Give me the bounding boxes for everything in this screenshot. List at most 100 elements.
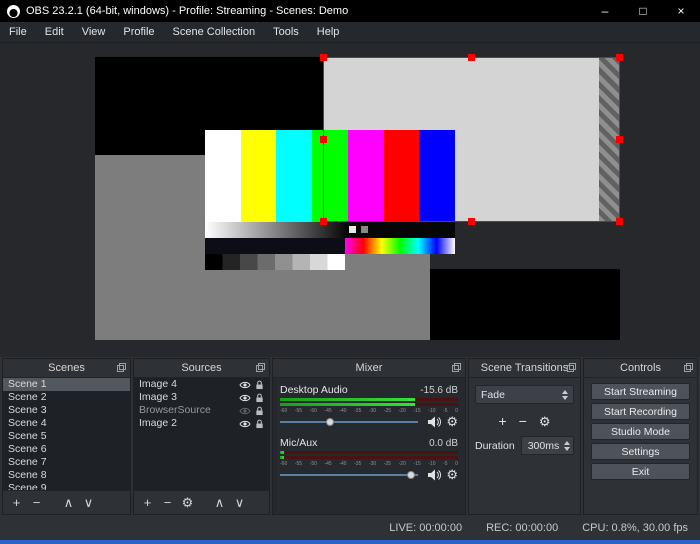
menu-edit[interactable]: Edit (36, 22, 73, 42)
settings-button[interactable]: Settings (591, 443, 690, 460)
mixer-gear-icon[interactable]: ⚙ (446, 468, 458, 481)
menu-tools[interactable]: Tools (264, 22, 308, 42)
add-scene-icon[interactable]: + (10, 495, 23, 510)
selection-bounding-box[interactable] (320, 54, 623, 225)
source-list-item[interactable]: Image 2 (134, 417, 269, 430)
scenes-dock: Scenes Scene 1 Scene 2 Scene 3 Scene 4 S… (2, 358, 131, 515)
minimize-button[interactable]: – (586, 0, 624, 22)
cpu-fps-status: CPU: 0.8%, 30.00 fps (582, 521, 688, 534)
source-properties-gear-icon[interactable]: ⚙ (181, 495, 194, 511)
selection-handle[interactable] (616, 54, 623, 61)
start-recording-button[interactable]: Start Recording (591, 403, 690, 420)
remove-scene-icon[interactable]: − (30, 495, 43, 510)
selection-handle[interactable] (320, 218, 327, 225)
scene-list-item[interactable]: Scene 4 (3, 417, 130, 430)
scene-list-item[interactable]: Scene 1 (3, 378, 130, 391)
scene-list-item[interactable]: Scene 3 (3, 404, 130, 417)
duration-spinbox[interactable]: 300ms (520, 436, 574, 455)
remove-transition-icon[interactable]: − (519, 413, 527, 429)
dock-popout-icon[interactable] (256, 363, 265, 375)
scene-list-item[interactable]: Scene 9 (3, 482, 130, 490)
speaker-icon[interactable] (427, 469, 442, 481)
remove-source-icon[interactable]: − (161, 495, 174, 510)
channel-level-db: 0.0 dB (429, 438, 458, 449)
dock-popout-icon[interactable] (452, 363, 461, 375)
lock-icon[interactable] (255, 393, 264, 403)
scene-list-item[interactable]: Scene 7 (3, 456, 130, 469)
rainbow-strip-row (205, 238, 455, 254)
selection-handle[interactable] (616, 135, 623, 143)
close-button[interactable]: × (662, 0, 700, 22)
selection-handle[interactable] (320, 54, 327, 61)
scale-tick-label: -45 (324, 461, 332, 467)
scale-tick-label: -45 (324, 408, 332, 414)
visibility-eye-icon[interactable] (239, 420, 251, 428)
studio-mode-button[interactable]: Studio Mode (591, 423, 690, 440)
source-list-item[interactable]: Image 4 (134, 378, 269, 391)
selection-handle[interactable] (467, 218, 475, 225)
volume-slider-handle[interactable] (407, 470, 416, 479)
scene-list-item[interactable]: Scene 2 (3, 391, 130, 404)
menu-file[interactable]: File (0, 22, 36, 42)
scale-tick-label: -35 (354, 408, 362, 414)
menu-scene-collection[interactable]: Scene Collection (164, 22, 265, 42)
volume-slider[interactable] (280, 416, 419, 428)
speaker-icon[interactable] (427, 416, 442, 428)
mixer-db-scale: -60 -55 -50 -45 -40 -35 -30 -25 -20 -15 -10 -5 0 (280, 461, 458, 467)
exit-button[interactable]: Exit (591, 463, 690, 480)
volume-meter (280, 398, 458, 401)
scene-list-item[interactable]: Scene 8 (3, 469, 130, 482)
volume-meter (280, 451, 458, 454)
transition-properties-gear-icon[interactable]: ⚙ (539, 415, 551, 428)
selection-handle[interactable] (616, 218, 623, 225)
dock-popout-icon[interactable] (684, 363, 693, 375)
scene-list-item[interactable]: Scene 6 (3, 443, 130, 456)
visibility-eye-icon[interactable] (239, 381, 251, 389)
scenes-list: Scene 1 Scene 2 Scene 3 Scene 4 Scene 5 … (3, 378, 130, 490)
scene-move-down-icon[interactable]: ∨ (82, 495, 95, 511)
scale-tick-label: -25 (383, 408, 392, 414)
mixer-gear-icon[interactable]: ⚙ (446, 415, 458, 428)
menu-help[interactable]: Help (308, 22, 349, 42)
source-move-down-icon[interactable]: ∨ (233, 495, 246, 511)
add-transition-icon[interactable]: + (498, 413, 506, 429)
transitions-dock-title: Scene Transitions (480, 362, 569, 374)
menu-profile[interactable]: Profile (114, 22, 163, 42)
volume-slider[interactable] (280, 469, 419, 481)
menu-bar: File Edit View Profile Scene Collection … (0, 22, 700, 43)
volume-slider-handle[interactable] (325, 417, 334, 426)
selection-handle[interactable] (467, 54, 475, 61)
source-list-item[interactable]: Image 3 (134, 391, 269, 404)
lock-icon[interactable] (255, 419, 264, 429)
spinbox-arrows-icon[interactable] (564, 440, 570, 451)
combo-arrows-icon[interactable] (562, 389, 568, 400)
obs-main-window: OBS 23.2.1 (64-bit, windows) - Profile: … (0, 0, 700, 544)
scene-move-up-icon[interactable]: ∧ (62, 495, 75, 511)
transition-select[interactable]: Fade (475, 385, 574, 404)
scale-tick-label: -15 (413, 408, 421, 414)
dock-popout-icon[interactable] (567, 363, 576, 375)
scale-tick-label: -40 (339, 461, 347, 467)
source-move-up-icon[interactable]: ∧ (213, 495, 226, 511)
dock-popout-icon[interactable] (117, 363, 126, 375)
visibility-eye-icon[interactable] (239, 407, 251, 415)
scene-list-item[interactable]: Scene 5 (3, 430, 130, 443)
selection-handle[interactable] (320, 135, 327, 143)
duration-label: Duration (475, 439, 515, 452)
channel-level-db: -15.6 dB (420, 385, 458, 396)
lock-icon[interactable] (255, 406, 264, 416)
menu-view[interactable]: View (73, 22, 115, 42)
maximize-button[interactable]: □ (624, 0, 662, 22)
source-black-rect-bottom-right[interactable] (430, 269, 620, 340)
add-source-icon[interactable]: + (141, 495, 154, 510)
lock-icon[interactable] (255, 380, 264, 390)
controls-dock-title: Controls (620, 362, 661, 374)
mixer-channel-desktop-audio: Desktop Audio -15.6 dB -60 -55 -50 -45 -40 -3… (280, 384, 458, 428)
title-bar: OBS 23.2.1 (64-bit, windows) - Profile: … (0, 0, 700, 22)
scale-tick-label: -20 (398, 461, 406, 467)
visibility-eye-icon[interactable] (239, 394, 251, 402)
start-streaming-button[interactable]: Start Streaming (591, 383, 690, 400)
source-list-item[interactable]: BrowserSource (134, 404, 269, 417)
preview-canvas[interactable] (0, 43, 700, 357)
mixer-channel-mic-aux: Mic/Aux 0.0 dB -60 -55 -50 -45 -40 -35 -30 -25-… (280, 437, 458, 481)
